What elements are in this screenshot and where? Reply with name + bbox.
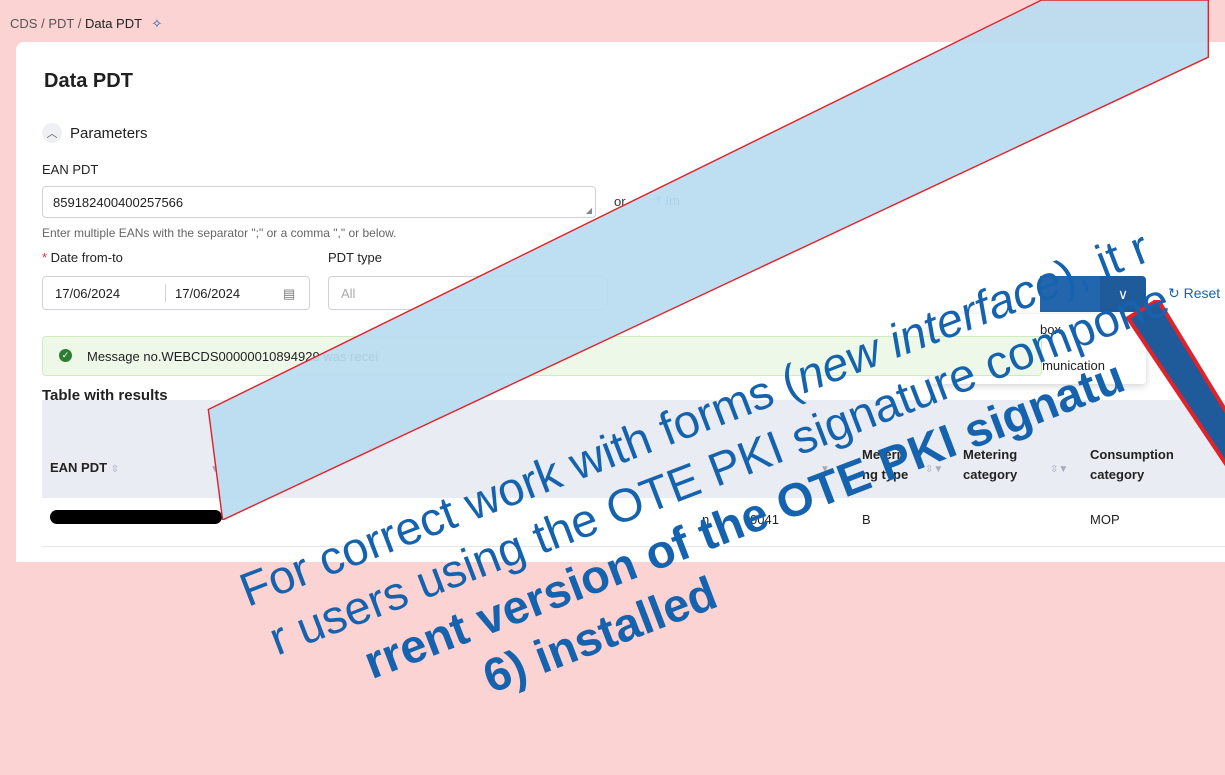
pin-icon[interactable]: ✧ bbox=[151, 16, 162, 31]
check-circle-icon: ✓ bbox=[59, 349, 72, 362]
or-label: or bbox=[614, 194, 626, 209]
import-link[interactable]: ⤒ Im bbox=[656, 193, 680, 209]
pdt-type-label: PDT type bbox=[328, 250, 382, 265]
upload-icon: ⤒ bbox=[656, 193, 666, 208]
breadcrumb: CDS / PDT / Data PDT ✧ bbox=[10, 16, 162, 32]
cell-consumption: MOP bbox=[1090, 512, 1120, 527]
calendar-icon[interactable]: ▤ bbox=[283, 286, 295, 302]
reset-label: Reset bbox=[1183, 285, 1221, 301]
ean-input[interactable]: 859182400400257566 ◢ bbox=[42, 186, 596, 218]
date-to[interactable]: 17/06/2024 bbox=[175, 286, 240, 301]
redaction-bar bbox=[50, 510, 222, 524]
ean-value: 859182400400257566 bbox=[53, 195, 184, 210]
parameters-label: Parameters bbox=[70, 124, 148, 142]
resize-handle-icon[interactable]: ◢ bbox=[586, 206, 592, 215]
breadcrumb-separator: / bbox=[41, 16, 45, 31]
column-ean-label: EAN PDT bbox=[50, 460, 108, 475]
column-ean[interactable]: EAN PDT ⇳ bbox=[50, 458, 119, 480]
sort-icon[interactable]: ⇳ bbox=[111, 464, 119, 475]
ean-hint: Enter multiple EANs with the separator "… bbox=[42, 226, 397, 240]
date-from[interactable]: 17/06/2024 bbox=[55, 286, 120, 301]
refresh-icon: ↻ bbox=[1168, 285, 1184, 301]
date-label: * Date from-to bbox=[42, 250, 123, 265]
breadcrumb-item-current: Data PDT bbox=[84, 16, 142, 31]
breadcrumb-item-cds[interactable]: CDS bbox=[10, 16, 37, 31]
date-separator bbox=[165, 284, 166, 302]
page-title: Data PDT bbox=[44, 70, 133, 92]
ean-label: EAN PDT bbox=[42, 162, 99, 177]
breadcrumb-separator: / bbox=[77, 16, 82, 31]
date-label-text: Date from-to bbox=[50, 250, 123, 265]
date-range-picker[interactable]: 17/06/2024 17/06/2024 ▤ bbox=[42, 276, 310, 310]
parameters-toggle[interactable]: ︿ Parameters bbox=[42, 123, 148, 143]
chevron-up-icon: ︿ bbox=[42, 123, 62, 143]
import-label: Im bbox=[665, 193, 680, 208]
pdt-type-select[interactable]: All bbox=[328, 276, 608, 310]
breadcrumb-item-pdt[interactable]: PDT bbox=[48, 16, 74, 31]
required-marker: * bbox=[42, 250, 51, 265]
filter-icon[interactable]: ▼ bbox=[210, 458, 220, 480]
message-text: Message no.WEBCDS00000010894929 was rece… bbox=[87, 349, 379, 364]
